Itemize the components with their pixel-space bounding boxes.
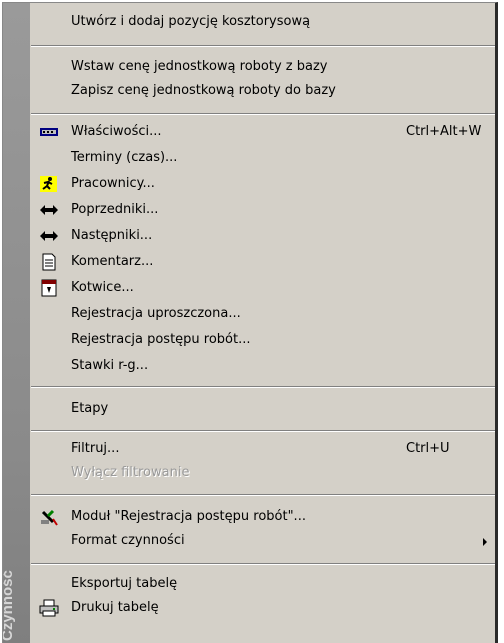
menu-item-label: Eksportuj tabelę (71, 576, 178, 591)
menu-item-rates[interactable]: Stawki r-g... (31, 354, 495, 378)
menu-item-create-cost-item[interactable]: Utwórz i dodaj pozycję kosztorysową (31, 10, 495, 34)
menu-item-label: Następniki... (71, 228, 153, 243)
menu-item-filter[interactable]: Filtruj... Ctrl+U (31, 437, 495, 461)
menu-separator (31, 494, 495, 496)
menu-item-workers[interactable]: Pracownicy... (31, 172, 495, 196)
submenu-arrow-icon (483, 538, 487, 546)
menu-item-activity-format[interactable]: Format czynności (31, 529, 495, 553)
double-arrow-icon (39, 201, 59, 219)
double-arrow-icon (39, 227, 59, 245)
document-icon (39, 253, 59, 271)
menu-item-label: Kotwice... (71, 280, 134, 295)
menu-item-progress-registration[interactable]: Rejestracja postępu robót... (31, 328, 495, 352)
menu-item-label: Utwórz i dodaj pozycję kosztorysową (71, 14, 311, 29)
shortcut-label: Ctrl+U (406, 441, 450, 456)
menu-sidebar: Czynność (3, 3, 30, 643)
menu-item-label: Stawki r-g... (71, 358, 149, 373)
menu-item-label: Filtruj... (71, 441, 120, 456)
menu-item-export-table[interactable]: Eksportuj tabelę (31, 572, 495, 596)
menu-item-print-table[interactable]: Drukuj tabelę (31, 596, 495, 620)
menu-item-terms[interactable]: Terminy (czas)... (31, 146, 495, 170)
menu-item-label: Rejestracja uproszczona... (71, 306, 241, 321)
menu-item-label: Moduł "Rejestracja postępu robót"... (71, 509, 306, 524)
calendar-anchor-icon (39, 279, 59, 297)
menu-item-label: Format czynności (71, 533, 185, 548)
menu-item-label: Rejestracja postępu robót... (71, 332, 251, 347)
menu-item-label: Poprzedniki... (71, 202, 159, 217)
menu-separator (31, 386, 495, 388)
menu-separator (31, 430, 495, 432)
menu-item-label: Drukuj tabelę (71, 600, 159, 615)
menu-separator (31, 113, 495, 115)
menu-item-anchors[interactable]: Kotwice... (31, 276, 495, 300)
menu-item-properties[interactable]: Właściwości... Ctrl+Alt+W (31, 120, 495, 144)
menu-item-progress-module[interactable]: Moduł "Rejestracja postępu robót"... (31, 505, 495, 529)
menu-item-label: Etapy (71, 401, 109, 416)
menu-item-label: Zapisz cenę jednostkową roboty do bazy (71, 83, 336, 98)
properties-icon (39, 123, 59, 141)
menu-item-label: Terminy (czas)... (71, 150, 178, 165)
menu-item-comment[interactable]: Komentarz... (31, 250, 495, 274)
menu-item-label: Komentarz... (71, 254, 154, 269)
printer-icon (39, 599, 59, 617)
menu-item-successors[interactable]: Następniki... (31, 224, 495, 248)
menu-item-save-unit-price[interactable]: Zapisz cenę jednostkową roboty do bazy (31, 79, 495, 103)
menu-separator (31, 563, 495, 565)
menu-item-label: Wstaw cenę jednostkową roboty z bazy (71, 59, 328, 74)
menu-item-disable-filter: Wyłącz filtrowanie (31, 461, 495, 485)
menu-item-label: Pracownicy... (71, 176, 155, 191)
menu-item-stages[interactable]: Etapy (31, 397, 495, 421)
sidebar-title: Czynność (2, 570, 16, 641)
context-menu: Czynność Utwórz i dodaj pozycję kosztory… (2, 2, 498, 643)
registration-tools-icon (39, 508, 59, 526)
menu-item-label: Wyłącz filtrowanie (71, 465, 190, 480)
shortcut-label: Ctrl+Alt+W (406, 124, 482, 139)
menu-separator (31, 45, 495, 47)
menu-item-predecessors[interactable]: Poprzedniki... (31, 198, 495, 222)
running-man-icon (39, 175, 59, 193)
menu-item-insert-unit-price[interactable]: Wstaw cenę jednostkową roboty z bazy (31, 55, 495, 79)
menu-item-simple-registration[interactable]: Rejestracja uproszczona... (31, 302, 495, 326)
menu-item-label: Właściwości... (71, 124, 162, 139)
